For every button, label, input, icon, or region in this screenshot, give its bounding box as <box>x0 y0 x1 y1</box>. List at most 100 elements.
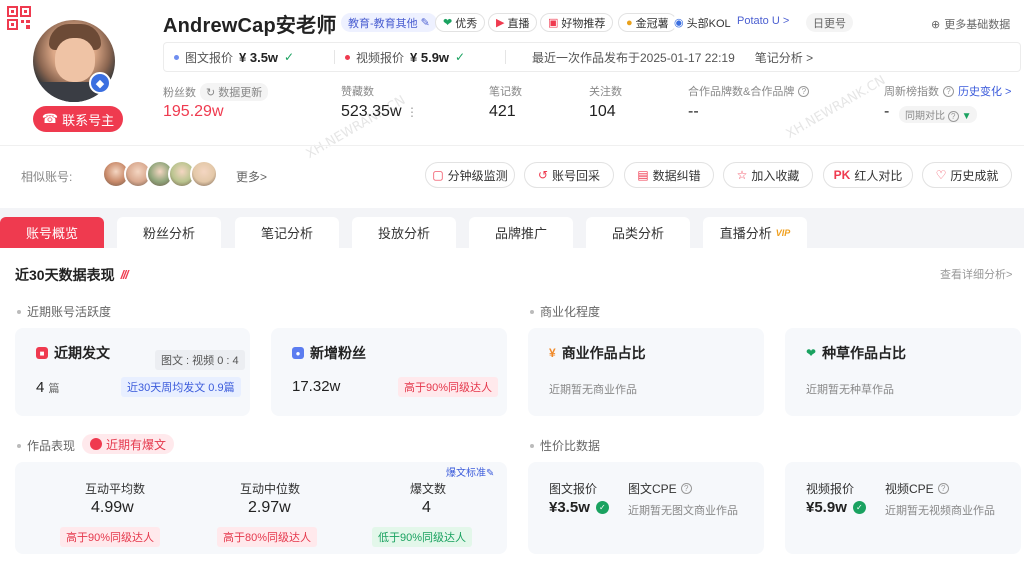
video-price-label: 视频报价 <box>806 482 855 496</box>
verified-icon: ◆ <box>89 72 111 94</box>
more-icon: ⋮ <box>405 105 418 119</box>
data-update-button[interactable]: ↻ 数据更新 <box>200 83 269 101</box>
explode-compare: 低于90%同级达人 <box>372 527 473 547</box>
fire-icon <box>90 438 102 450</box>
more-basic-data-link[interactable]: ⊕ 更多基础数据 <box>931 16 1010 32</box>
commercial-subtitle: 商业化程度 <box>530 303 600 320</box>
notes-value: 421 <box>489 103 516 120</box>
video-cpe-label: 视频CPE? <box>885 480 949 497</box>
help-icon[interactable]: ? <box>798 85 810 97</box>
seed-ratio-card <box>785 328 1021 416</box>
similar-more-link[interactable]: 更多> <box>236 168 267 185</box>
image-price-value: ¥3.5w ✓ <box>549 499 609 516</box>
help-icon: ? <box>937 483 949 494</box>
heart-icon: ❤ <box>443 17 453 29</box>
live-icon: ▶ <box>496 17 505 29</box>
commercial-ratio-desc: 近期暂无商业作品 <box>549 384 637 396</box>
activity-subtitle: 近期账号活跃度 <box>17 303 111 320</box>
yen-icon: ¥ <box>549 346 556 360</box>
image-price-label: 图文报价 <box>549 482 598 496</box>
avg-interact-compare: 高于90%同级达人 <box>60 527 161 547</box>
tab-notes-analysis[interactable]: 笔记分析 <box>235 217 339 248</box>
avg-interact-label: 互动平均数 <box>85 482 146 496</box>
account-recollect-button[interactable]: ↺ 账号回采 <box>524 162 614 188</box>
medal-icon: ♡ <box>935 168 947 182</box>
crown-icon: ● <box>626 16 633 29</box>
new-fans-value: 17.32w <box>292 378 341 395</box>
likes-label: 赞藏数 <box>341 86 374 98</box>
tab-fans-analysis[interactable]: 粉丝分析 <box>117 217 221 248</box>
crown-tag: ● 金冠薯 <box>618 13 677 32</box>
commercial-ratio-title: ¥ 商业作品占比 <box>549 345 646 361</box>
kol-icon: ◉ <box>674 17 684 29</box>
similar-avatar-5[interactable] <box>190 160 218 188</box>
contact-owner-button[interactable]: ☎ 联系号主 <box>33 106 123 132</box>
help-icon: ? <box>947 111 959 122</box>
tab-brand-promotion[interactable]: 品牌推广 <box>469 217 573 248</box>
avg-interact-value: 4.99w <box>91 499 134 516</box>
history-change-link[interactable]: 历史变化 > <box>958 83 1011 99</box>
explode-label: 爆文数 <box>410 482 447 496</box>
video-cpe-desc: 近期暂无视频商业作品 <box>885 505 995 517</box>
notes-label: 笔记数 <box>489 86 522 98</box>
bag-icon: ▣ <box>548 17 559 29</box>
note-analysis-link[interactable]: 笔记分析 > <box>745 49 823 66</box>
account-name: AndrewCap安老师 <box>163 15 337 37</box>
section-title: 近30天数据表现/// <box>15 267 129 283</box>
follow-value: 104 <box>589 103 616 120</box>
recent-post-value: 4 篇 <box>36 379 60 396</box>
daily-tag: 日更号 <box>806 13 853 32</box>
add-favorite-button[interactable]: ☆ 加入收藏 <box>723 162 813 188</box>
week-rank-value: - <box>884 103 890 120</box>
last-post-time: 最近一次作品发布于2025-01-17 22:19 <box>532 50 735 65</box>
video-price-value: ¥5.9w ✓ <box>806 499 866 516</box>
divider <box>0 145 1024 146</box>
tab-ads-analysis[interactable]: 投放分析 <box>352 217 456 248</box>
slash-decor-icon: /// <box>120 268 129 282</box>
triangle-down-icon: ▼ <box>961 111 972 122</box>
influencer-compare-button[interactable]: PK 红人对比 <box>823 162 913 188</box>
category-tag[interactable]: 教育-教育其他 ✎ <box>341 13 437 32</box>
new-fans-card <box>271 328 507 416</box>
data-correct-button[interactable]: ▤ 数据纠错 <box>624 162 714 188</box>
post-ratio: 图文 : 视频 0 : 4 <box>155 350 245 370</box>
value-subtitle: 性价比数据 <box>530 437 600 454</box>
tab-category-analysis[interactable]: 品类分析 <box>586 217 690 248</box>
document-icon: ■ <box>36 347 48 359</box>
same-period-compare[interactable]: 同期对比 ? ▼ <box>899 106 978 123</box>
similar-label: 相似账号: <box>21 170 73 184</box>
seed-ratio-desc: 近期暂无种草作品 <box>806 384 894 396</box>
image-cpe-label: 图文CPE? <box>628 480 692 497</box>
explode-standard-link[interactable]: 爆文标准✎ <box>446 464 494 479</box>
refresh-icon: ↺ <box>537 168 549 182</box>
tab-account-overview[interactable]: 账号概览 <box>0 217 104 248</box>
monitor-icon: ▢ <box>432 168 444 182</box>
qr-code-icon[interactable] <box>7 6 31 30</box>
star-icon: ☆ <box>736 168 748 182</box>
dot-icon <box>174 54 179 60</box>
commercial-ratio-card <box>528 328 764 416</box>
vip-badge: VIP <box>775 227 791 238</box>
fans-value: 195.29w <box>163 103 224 120</box>
hot-post-badge: 近期有爆文 <box>82 434 175 454</box>
mid-interact-value: 2.97w <box>248 499 291 516</box>
minute-monitor-button[interactable]: ▢ 分钟级监测 <box>425 162 515 188</box>
recent-post-title: ■ 近期发文 <box>36 343 110 363</box>
recommend-tag: ▣ 好物推荐 <box>540 13 614 32</box>
dot-icon <box>345 54 350 60</box>
history-achievement-button[interactable]: ♡ 历史成就 <box>922 162 1012 188</box>
help-icon: ? <box>680 483 692 494</box>
brand-value: -- <box>688 103 699 120</box>
kol-agency-link[interactable]: Potato U > <box>737 15 789 27</box>
view-detail-link[interactable]: 查看详细分析> <box>940 266 1012 282</box>
heart-icon: ❤ <box>806 346 817 360</box>
edit-icon: ✎ <box>420 17 430 29</box>
tab-live-analysis[interactable]: 直播分析 VIP <box>703 217 807 248</box>
check-icon: ✓ <box>595 501 609 514</box>
help-icon[interactable]: ? <box>943 85 954 97</box>
likes-value: 523.35w ⋮ <box>341 103 418 120</box>
chevron-circle-icon: ⊕ <box>931 18 941 31</box>
user-icon: ● <box>292 347 304 359</box>
compare-icon: PK <box>833 168 851 182</box>
new-fans-title: ● 新增粉丝 <box>292 343 366 363</box>
